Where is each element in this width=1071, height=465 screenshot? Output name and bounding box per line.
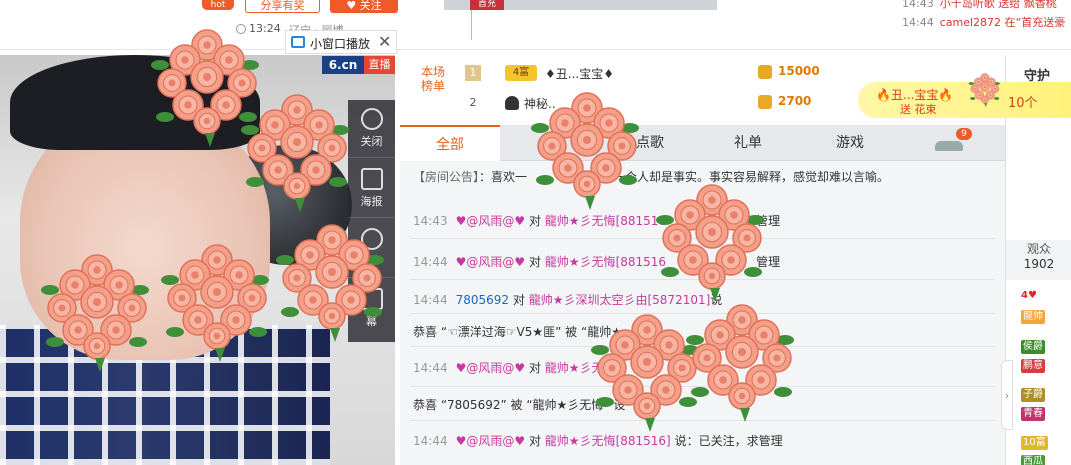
message-to: 对 [528, 434, 541, 448]
control-label: 关闭 [360, 135, 383, 148]
message-time: 14:44 [413, 361, 448, 375]
audience-row[interactable]: 子爵 [1021, 388, 1071, 406]
announcement-tag: 【房间公告】 [413, 170, 480, 184]
flag-pole [471, 10, 472, 40]
announcement: 【房间公告】：喜欢一 喜欢一个人却是事实。事实容易解释，感觉却难以言喻。 [413, 168, 889, 185]
target-name[interactable]: 龍帅★彡深圳太空彡由 [529, 293, 648, 307]
audience-row[interactable]: 龍帅 [1021, 310, 1071, 328]
audience-box[interactable]: 观众 1902 [1006, 240, 1071, 280]
rose-bouquet-icon [275, 220, 390, 345]
message-to: 对 [528, 255, 541, 269]
rose-bouquet-icon [160, 240, 275, 365]
notice-text: 小千岛听歌 送给 飘香桃 [939, 0, 1057, 10]
target-name[interactable]: 龍帅★彡无悔 [545, 434, 616, 448]
notice-time: 14:43 [902, 0, 934, 10]
power-icon [360, 108, 383, 130]
audience-label: 观众 [1026, 242, 1051, 256]
heart-icon: ♥ [1027, 290, 1037, 301]
sender-name[interactable]: ♥@风雨@♥ [456, 255, 526, 269]
follow-label: 关注 [359, 0, 382, 12]
target-name[interactable]: 龍帅★彡无悔 [545, 214, 616, 228]
follow-button[interactable]: ♥ 关注 [330, 0, 398, 13]
notice-text: camel2872 在“首充送豪 [939, 16, 1066, 29]
wealth-level-badge: 4富 [505, 65, 537, 81]
notice-line: 14:43 小千岛听歌 送给 飘香桃 [902, 0, 1057, 11]
tv-icon [291, 36, 305, 48]
tab-game[interactable]: 游戏 [800, 125, 900, 161]
sender-name[interactable]: ♥@风雨@♥ [456, 214, 526, 228]
mystery-user-icon [505, 96, 519, 110]
message-to: 对 [512, 293, 525, 307]
rank-user-name: ♦丑...宝宝♦ [545, 67, 614, 81]
sender-name[interactable]: ♥@风雨@♥ [456, 361, 526, 375]
rose-bouquet-icon [685, 300, 800, 425]
car-icon[interactable] [935, 141, 963, 151]
fan-badge: 青春 [1021, 407, 1045, 421]
close-control[interactable]: 关闭 [348, 100, 395, 158]
gift-banner: 🔥丑...宝宝🔥 送 花束 10个 [858, 82, 1071, 118]
image-icon [360, 168, 383, 190]
rank-badge: 侯爵 [1021, 340, 1045, 354]
mini-window-bar[interactable]: 小窗口播放 ✕ [285, 30, 397, 54]
rose-bouquet-icon [40, 250, 155, 375]
notice-time: 14:44 [902, 16, 934, 29]
audience-count: 1902 [1023, 257, 1055, 271]
chat-tabs: 全部 点歌 礼单 游戏 9 [400, 125, 1005, 161]
audience-row[interactable]: 青春 [1021, 407, 1071, 425]
message-time: 14:44 [413, 434, 448, 448]
share-reward-button[interactable]: 分享有奖 [245, 0, 320, 13]
control-label: 海报 [360, 195, 383, 208]
site-logo: 6.cn [322, 56, 364, 74]
message-to: 对 [528, 361, 541, 375]
heart-icon: ♥ [346, 0, 360, 12]
message-time: 14:44 [413, 255, 448, 269]
coin-icon [758, 95, 772, 109]
car-badge: 9 [956, 128, 972, 140]
fan-badge: 鹏意 [1021, 359, 1045, 373]
audience-row[interactable]: 西瓜 [1021, 455, 1071, 465]
chat-message: 14:44 ♥@风雨@♥ 对 龍帅★彡无悔 [413, 359, 616, 376]
fan-badge: 西瓜 [1021, 455, 1045, 465]
gift-count: 10个 [1008, 96, 1038, 111]
poster-control[interactable]: 海报 [348, 160, 395, 218]
first-charge-flag: 首充 [470, 0, 504, 10]
audience-row[interactable]: 4♥ [1021, 290, 1071, 308]
rose-bouquet-icon [240, 90, 355, 215]
hot-badge: hot [202, 0, 234, 10]
live-badge: 直播 [364, 56, 395, 74]
rank-number: 1 [465, 65, 481, 81]
message-text: 说：已关注，求管理 [674, 434, 783, 448]
rank-score: 15000 [778, 64, 820, 78]
audience-row[interactable]: 侯爵 [1021, 340, 1071, 358]
sender-name[interactable]: ♥@风雨@♥ [456, 434, 526, 448]
rose-bouquet-icon [530, 88, 645, 213]
mini-window-label: 小窗口播放 [310, 37, 371, 51]
target-id: [881516] [615, 434, 671, 448]
audience-row[interactable]: 10富 [1021, 436, 1071, 454]
audience-row[interactable]: 鹏意 [1021, 359, 1071, 377]
target-name[interactable]: 龍帅★彡无悔 [545, 255, 616, 269]
rank-title[interactable]: 本场榜单 [418, 65, 448, 93]
rank-number: 2 [469, 96, 477, 109]
notice-line: 14:44 camel2872 在“首充送豪 [902, 14, 1065, 30]
wealth-badge: 10富 [1021, 436, 1048, 450]
coin-icon [758, 65, 772, 79]
live-room-page: hot 分享有奖 ♥ 关注 13:24 辽宁 · 丽博 首充 14:43小千岛听… [0, 0, 1071, 465]
rose-bouquet-icon [968, 72, 1002, 108]
announcement-text: ：喜欢一 [479, 170, 528, 184]
rank-badge: 子爵 [1021, 388, 1045, 402]
chevron-right-icon[interactable]: › [1001, 360, 1013, 430]
sender-name[interactable]: 7805692 [456, 293, 509, 307]
rose-bouquet-icon [655, 180, 770, 305]
rank-score: 2700 [778, 94, 812, 108]
close-icon[interactable]: ✕ [378, 32, 391, 51]
message-time: 14:43 [413, 214, 448, 228]
heart-count: 4 [1021, 290, 1028, 301]
gift-action: 送 花束 [900, 103, 937, 116]
fan-badge: 龍帅 [1021, 310, 1045, 324]
message-time: 14:44 [413, 293, 448, 307]
tab-all[interactable]: 全部 [400, 125, 500, 161]
message-to: 对 [528, 214, 541, 228]
tab-gift-list[interactable]: 礼单 [698, 125, 798, 161]
